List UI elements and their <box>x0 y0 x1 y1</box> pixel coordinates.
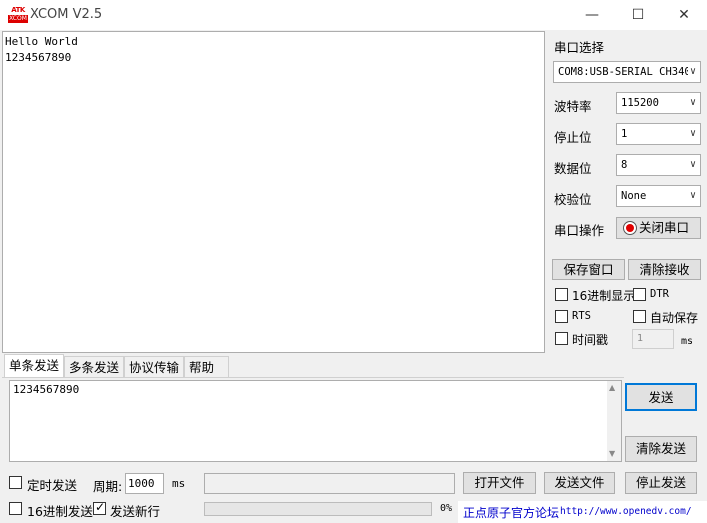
stop-bits-label: 停止位 <box>554 130 592 145</box>
send-progress-bar <box>204 502 432 516</box>
send-textarea[interactable]: 1234567890 <box>9 380 622 462</box>
send-button[interactable]: 发送 <box>625 383 697 411</box>
receive-line: Hello World <box>5 35 78 48</box>
minimize-button[interactable]: — <box>569 0 615 30</box>
forum-link-text[interactable]: 正点原子官方论坛 <box>463 504 559 521</box>
tab-single-send[interactable]: 单条发送 <box>4 354 65 378</box>
auto-save-label: 自动保存 <box>650 311 699 325</box>
period-unit: ms <box>172 477 186 490</box>
dtr-checkbox[interactable] <box>633 288 646 301</box>
save-window-button[interactable]: 保存窗口 <box>552 259 625 280</box>
tab-help[interactable]: 帮助 <box>184 356 229 378</box>
stop-bits-select[interactable]: 1 ∨ <box>616 123 701 145</box>
receive-line: 1234567890 <box>5 51 72 64</box>
scroll-down-icon[interactable]: ▼ <box>609 449 615 458</box>
progress-percent: 0% <box>440 503 453 514</box>
tab-protocol[interactable]: 协议传输 <box>124 356 185 378</box>
close-port-button[interactable]: 关闭串口 <box>616 217 701 239</box>
hex-send-checkbox[interactable] <box>9 502 22 515</box>
stop-send-button[interactable]: 停止发送 <box>625 472 697 494</box>
data-bits-label: 数据位 <box>554 161 592 176</box>
dtr-label: DTR <box>650 288 669 300</box>
title-bar: ATK XCOM XCOM V2.5 — ☐ ✕ <box>0 0 707 30</box>
tab-multi-send[interactable]: 多条发送 <box>64 356 125 378</box>
rts-label: RTS <box>572 310 591 322</box>
port-select-label: 串口选择 <box>554 40 605 55</box>
clear-receive-button[interactable]: 清除接收 <box>628 259 701 280</box>
chevron-down-icon: ∨ <box>689 190 696 201</box>
timestamp-ms-input[interactable]: 1 <box>632 329 674 349</box>
receive-textarea[interactable]: Hello World 1234567890 <box>2 31 545 353</box>
newline-checkbox[interactable] <box>93 500 106 515</box>
newline-label: 发送新行 <box>110 504 161 519</box>
chevron-down-icon: ∨ <box>687 62 696 82</box>
rts-checkbox[interactable] <box>555 310 568 323</box>
parity-select[interactable]: None ∨ <box>616 185 701 207</box>
chevron-down-icon: ∨ <box>689 159 696 170</box>
timestamp-label: 时间戳 <box>572 333 609 347</box>
scroll-up-icon[interactable]: ▲ <box>609 383 615 392</box>
open-file-button[interactable]: 打开文件 <box>463 472 536 494</box>
auto-save-checkbox[interactable] <box>633 310 646 323</box>
period-label: 周期: <box>93 479 123 494</box>
clear-send-button[interactable]: 清除发送 <box>625 436 697 462</box>
data-bits-select[interactable]: 8 ∨ <box>616 154 701 176</box>
parity-label: 校验位 <box>554 192 592 207</box>
maximize-button[interactable]: ☐ <box>615 0 661 30</box>
forum-link-area[interactable]: 正点原子官方论坛 http://www.openedv.com/ <box>458 501 707 523</box>
baud-select[interactable]: 115200 ∨ <box>616 92 701 114</box>
port-select[interactable]: COM8:USB-SERIAL CH340 ∨ <box>553 61 701 83</box>
forum-link-url[interactable]: http://www.openedv.com/ <box>560 506 692 517</box>
hex-display-label: 16进制显示 <box>572 289 636 303</box>
record-icon <box>623 221 637 235</box>
port-op-label: 串口操作 <box>554 223 605 238</box>
window-title: XCOM V2.5 <box>30 7 103 22</box>
timed-send-label: 定时发送 <box>27 478 78 493</box>
period-input[interactable]: 1000 <box>125 473 164 494</box>
tab-divider <box>2 377 624 378</box>
app-logo-icon: ATK XCOM <box>8 6 28 23</box>
file-path-input[interactable] <box>204 473 455 494</box>
close-button[interactable]: ✕ <box>661 0 707 30</box>
send-scrollbar[interactable]: ▲ ▼ <box>607 381 621 461</box>
timestamp-ms-unit: ms <box>681 336 694 347</box>
hex-send-label: 16进制发送 <box>27 504 93 519</box>
chevron-down-icon: ∨ <box>689 97 696 108</box>
chevron-down-icon: ∨ <box>689 128 696 139</box>
timestamp-checkbox[interactable] <box>555 332 568 345</box>
send-file-button[interactable]: 发送文件 <box>544 472 615 494</box>
hex-display-checkbox[interactable] <box>555 288 568 301</box>
timed-send-checkbox[interactable] <box>9 476 22 489</box>
baud-label: 波特率 <box>554 99 592 114</box>
